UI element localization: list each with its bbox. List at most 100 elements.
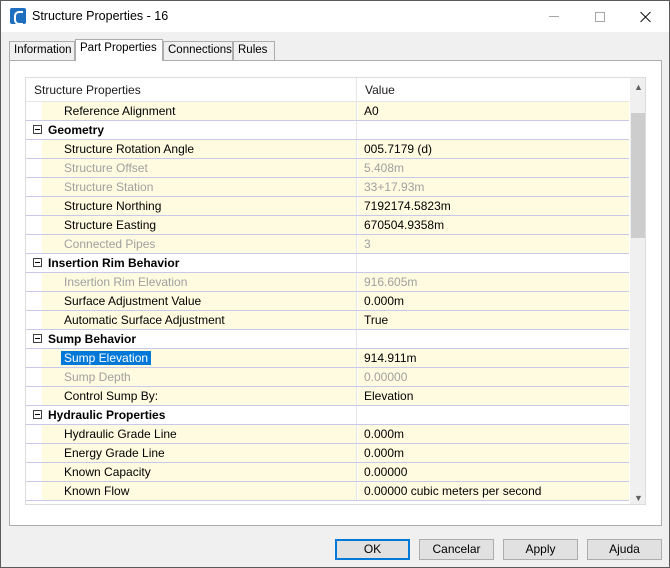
row-gutter (26, 273, 42, 291)
property-row[interactable]: Insertion Rim Elevation 916.605m (26, 273, 629, 292)
close-button[interactable] (623, 1, 669, 32)
property-name-cell[interactable]: Sump Elevation (26, 349, 357, 367)
row-gutter (26, 159, 42, 177)
property-value-cell[interactable]: 0.000m (358, 292, 629, 310)
property-value-cell[interactable]: 0.00000 (358, 463, 629, 481)
collapse-minus-icon[interactable] (33, 125, 42, 134)
property-name-cell[interactable]: Structure Easting (26, 216, 357, 234)
property-value-cell[interactable]: True (358, 311, 629, 329)
category-label: Geometry (48, 121, 104, 139)
vertical-scrollbar[interactable]: ▲ ▼ (630, 78, 645, 504)
property-row[interactable]: Structure Offset 5.408m (26, 159, 629, 178)
property-value-cell[interactable]: 7192174.5823m (358, 197, 629, 215)
label-text: Insertion Rim Behavior (48, 256, 180, 270)
property-row[interactable]: Structure Easting 670504.9358m (26, 216, 629, 235)
label-text: Sump Behavior (48, 332, 137, 346)
row-gutter (26, 463, 42, 481)
scroll-down-icon[interactable]: ▼ (630, 489, 645, 504)
property-label: Structure Offset (64, 159, 148, 177)
property-row[interactable]: Connected Pipes 3 (26, 235, 629, 254)
title-bar[interactable]: Structure Properties - 16 (1, 1, 669, 32)
category-row[interactable]: Geometry (26, 121, 629, 140)
row-gutter (26, 216, 42, 234)
tab-information[interactable]: Information (9, 41, 75, 60)
property-value-cell[interactable]: Elevation (358, 387, 629, 405)
property-name-cell[interactable]: Known Capacity (26, 463, 357, 481)
property-name-cell[interactable]: Sump Depth (26, 368, 357, 386)
row-gutter (26, 235, 42, 253)
property-name-cell[interactable]: Sump Behavior (26, 330, 357, 348)
property-value-cell[interactable]: 670504.9358m (358, 216, 629, 234)
property-row[interactable]: Control Sump By: Elevation (26, 387, 629, 406)
minimize-button[interactable] (531, 1, 577, 32)
property-row[interactable]: Structure Northing 7192174.5823m (26, 197, 629, 216)
column-header-value[interactable]: Value (357, 78, 629, 102)
collapse-minus-icon[interactable] (33, 334, 42, 343)
property-row[interactable]: Structure Rotation Angle 005.7179 (d) (26, 140, 629, 159)
property-row[interactable]: Energy Grade Line 0.000m (26, 444, 629, 463)
label-text: Hydraulic Properties (48, 408, 166, 422)
property-name-cell[interactable]: Structure Rotation Angle (26, 140, 357, 158)
property-name-cell[interactable]: Control Sump By: (26, 387, 357, 405)
category-row[interactable]: Hydraulic Properties (26, 406, 629, 425)
property-name-cell[interactable]: Structure Northing (26, 197, 357, 215)
property-row[interactable]: Structure Station 33+17.93m (26, 178, 629, 197)
scroll-up-icon[interactable]: ▲ (630, 78, 645, 95)
collapse-minus-icon[interactable] (33, 410, 42, 419)
label-text: Control Sump By: (64, 389, 159, 403)
label-text: Structure Easting (64, 218, 157, 232)
property-row[interactable]: Hydraulic Grade Line 0.000m (26, 425, 629, 444)
property-name-cell[interactable]: Structure Station (26, 178, 357, 196)
property-name-cell[interactable]: Automatic Surface Adjustment (26, 311, 357, 329)
category-row[interactable]: Insertion Rim Behavior (26, 254, 629, 273)
row-gutter (26, 102, 42, 120)
property-value-cell[interactable]: 914.911m (358, 349, 629, 367)
property-name-cell[interactable]: Insertion Rim Behavior (26, 254, 357, 272)
property-row[interactable]: Sump Elevation 914.911m (26, 349, 629, 368)
property-value-cell (358, 121, 629, 139)
property-row[interactable]: Surface Adjustment Value 0.000m (26, 292, 629, 311)
property-name-cell[interactable]: Surface Adjustment Value (26, 292, 357, 310)
property-grid: Structure Properties Value Reference Ali… (25, 77, 646, 505)
property-value-cell[interactable]: A0 (358, 102, 629, 120)
help-button[interactable]: Ajuda (587, 539, 662, 560)
property-name-cell[interactable]: Connected Pipes (26, 235, 357, 253)
property-label: Insertion Rim Elevation (64, 273, 187, 291)
tab-rules[interactable]: Rules (233, 41, 275, 60)
property-label: Surface Adjustment Value (64, 292, 201, 310)
property-row[interactable]: Known Capacity 0.00000 (26, 463, 629, 482)
column-header-property[interactable]: Structure Properties (26, 78, 357, 102)
property-value-cell (358, 254, 629, 272)
apply-button[interactable]: Apply (503, 539, 578, 560)
category-row[interactable]: Sump Behavior (26, 330, 629, 349)
ok-button[interactable]: OK (335, 539, 410, 560)
tab-connections[interactable]: Connections (163, 41, 233, 60)
property-name-cell[interactable]: Insertion Rim Elevation (26, 273, 357, 291)
property-value-cell[interactable]: 0.000m (358, 425, 629, 443)
property-value-cell (358, 330, 629, 348)
property-value-cell[interactable]: 0.00000 cubic meters per second (358, 482, 629, 500)
property-value-cell[interactable]: 005.7179 (d) (358, 140, 629, 158)
maximize-button[interactable] (577, 1, 623, 32)
tab-part-properties[interactable]: Part Properties (75, 39, 163, 61)
property-name-cell[interactable]: Hydraulic Properties (26, 406, 357, 424)
label-text: Sump Elevation (61, 351, 152, 365)
property-row[interactable]: Known Flow 0.00000 cubic meters per secon… (26, 482, 629, 501)
property-name-cell[interactable]: Structure Offset (26, 159, 357, 177)
property-row[interactable]: Automatic Surface Adjustment True (26, 311, 629, 330)
property-name-cell[interactable]: Geometry (26, 121, 357, 139)
label-text: Structure Offset (64, 161, 148, 175)
property-name-cell[interactable]: Reference Alignment (26, 102, 357, 120)
property-label: Control Sump By: (64, 387, 158, 405)
property-name-cell[interactable]: Known Flow (26, 482, 357, 500)
row-gutter (26, 292, 42, 310)
cancel-button[interactable]: Cancelar (419, 539, 494, 560)
row-gutter (26, 368, 42, 386)
property-row[interactable]: Sump Depth 0.00000 (26, 368, 629, 387)
property-name-cell[interactable]: Energy Grade Line (26, 444, 357, 462)
property-value-cell[interactable]: 0.000m (358, 444, 629, 462)
scroll-thumb[interactable] (631, 113, 645, 238)
collapse-minus-icon[interactable] (33, 258, 42, 267)
property-row[interactable]: Reference Alignment A0 (26, 102, 629, 121)
property-name-cell[interactable]: Hydraulic Grade Line (26, 425, 357, 443)
